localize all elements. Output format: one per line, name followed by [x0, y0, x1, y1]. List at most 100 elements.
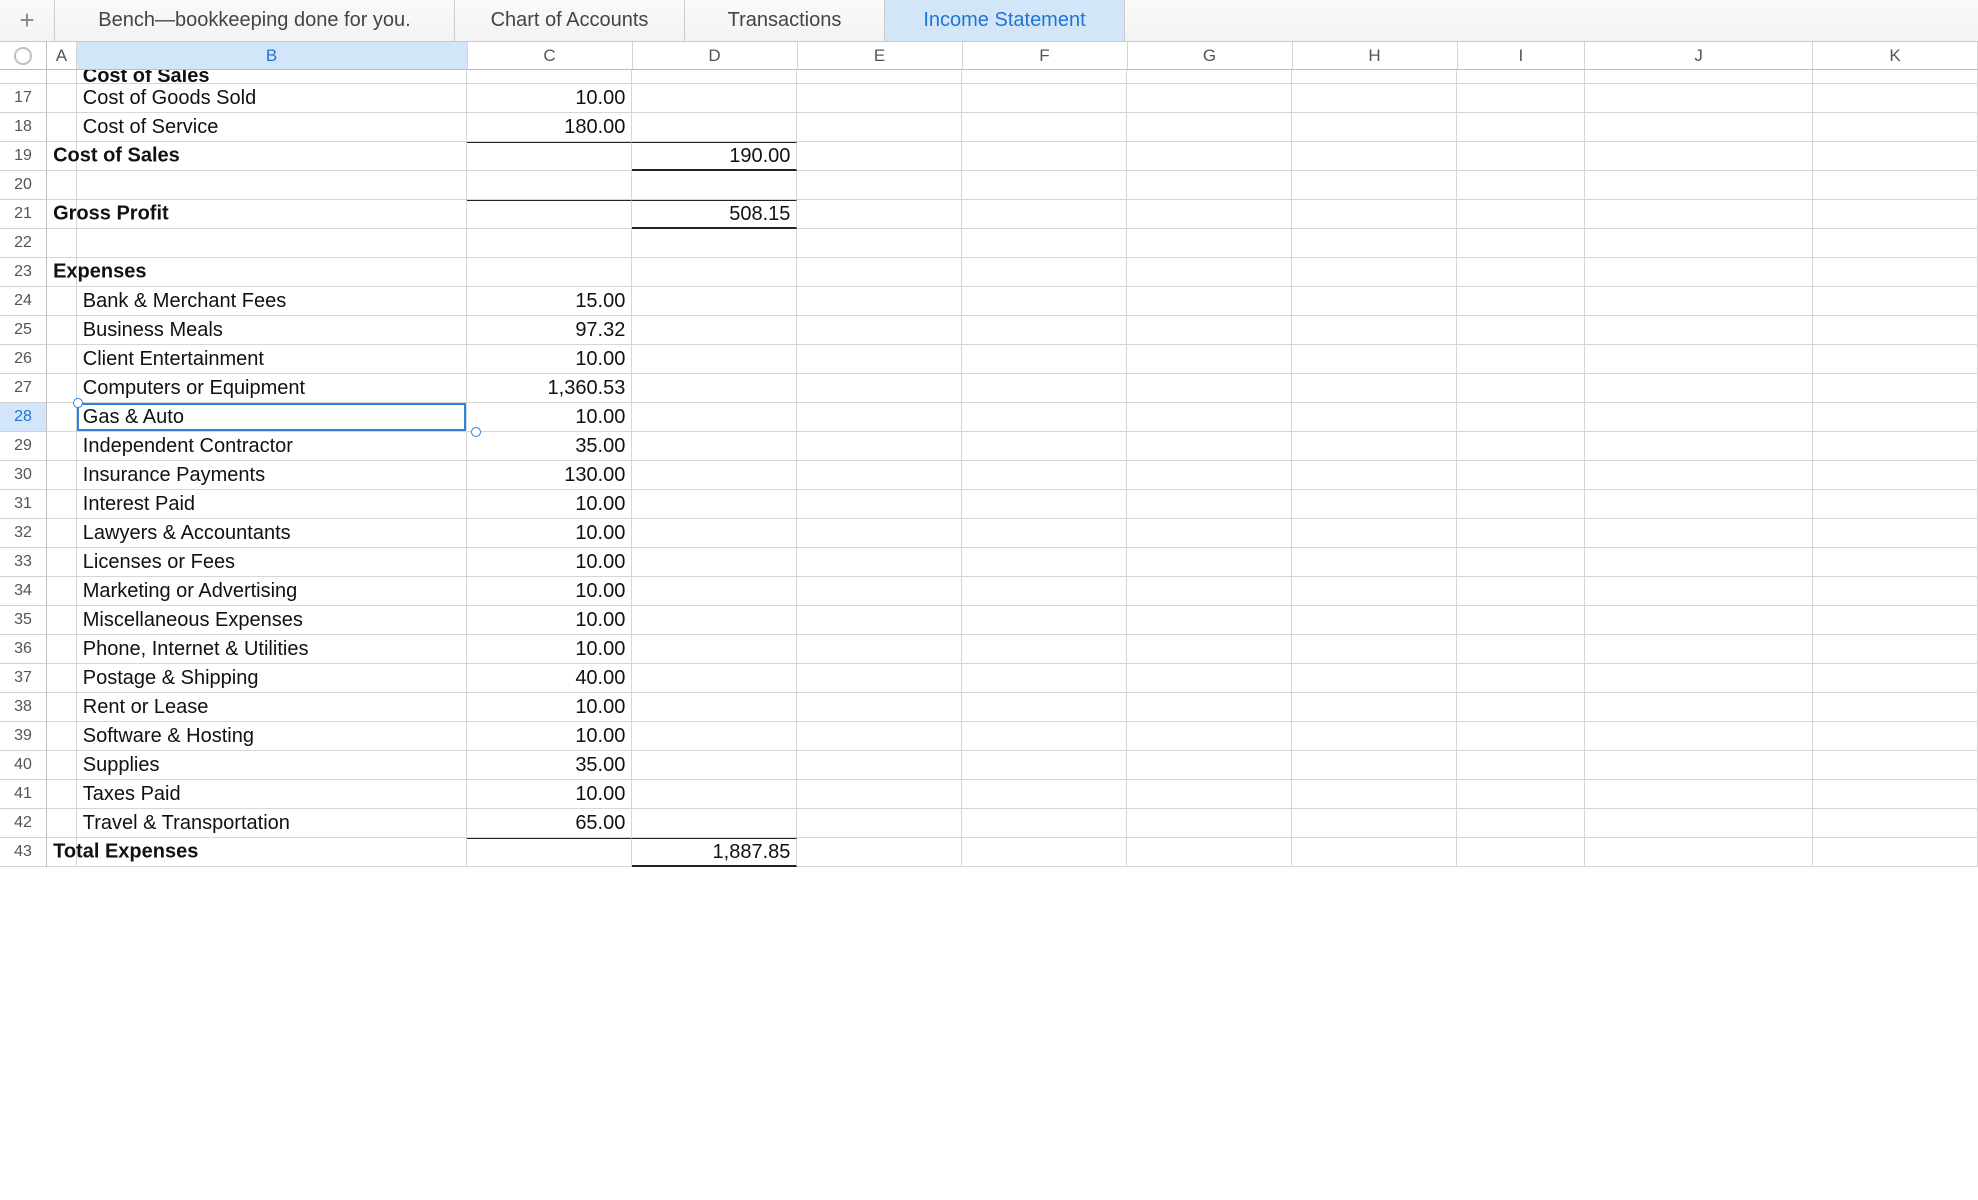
cell[interactable]: [1813, 287, 1978, 316]
cell[interactable]: [1585, 287, 1813, 316]
cell[interactable]: [632, 258, 797, 287]
cell[interactable]: [1813, 519, 1978, 548]
cell[interactable]: [632, 664, 797, 693]
cell[interactable]: Client Entertainment: [77, 345, 468, 374]
cell[interactable]: [962, 838, 1127, 867]
cell[interactable]: [1457, 374, 1585, 403]
cell[interactable]: [962, 664, 1127, 693]
cell[interactable]: [632, 345, 797, 374]
cell[interactable]: [632, 287, 797, 316]
cell[interactable]: [1292, 693, 1457, 722]
cell[interactable]: [797, 287, 962, 316]
cell[interactable]: [1457, 490, 1585, 519]
cell[interactable]: [632, 70, 797, 84]
cell[interactable]: [1127, 635, 1292, 664]
cell[interactable]: [1585, 171, 1813, 200]
cell[interactable]: [1127, 200, 1292, 229]
cell[interactable]: [1127, 84, 1292, 113]
cell[interactable]: [1585, 635, 1813, 664]
cell[interactable]: [1292, 722, 1457, 751]
cell[interactable]: [1292, 258, 1457, 287]
cell[interactable]: Computers or Equipment: [77, 374, 468, 403]
cell[interactable]: [1457, 200, 1585, 229]
row-header[interactable]: 40: [0, 751, 47, 780]
cell[interactable]: [47, 113, 77, 142]
cell[interactable]: [1292, 490, 1457, 519]
cell[interactable]: [1292, 664, 1457, 693]
cell[interactable]: [1457, 693, 1585, 722]
row-header[interactable]: 19: [0, 142, 47, 171]
cell[interactable]: [1457, 809, 1585, 838]
cell[interactable]: Cost of Sales: [47, 142, 77, 171]
cell[interactable]: [1585, 229, 1813, 258]
cell[interactable]: Taxes Paid: [77, 780, 468, 809]
cell[interactable]: [1127, 780, 1292, 809]
col-header-b[interactable]: B: [77, 42, 468, 69]
cell[interactable]: [1457, 403, 1585, 432]
cell[interactable]: [1813, 84, 1978, 113]
cell[interactable]: Phone, Internet & Utilities: [77, 635, 468, 664]
cell[interactable]: 180.00: [467, 113, 632, 142]
cell[interactable]: [1813, 258, 1978, 287]
row-header[interactable]: 43: [0, 838, 47, 867]
cell[interactable]: [1585, 374, 1813, 403]
grid-area[interactable]: Cost of Sales17Cost of Goods Sold10.0018…: [0, 70, 1978, 1200]
row-header[interactable]: 24: [0, 287, 47, 316]
cell[interactable]: [47, 70, 77, 84]
row-header[interactable]: 39: [0, 722, 47, 751]
cell[interactable]: 1,360.53: [467, 374, 632, 403]
cell[interactable]: [47, 229, 77, 258]
cell[interactable]: [1585, 577, 1813, 606]
cell[interactable]: 40.00: [467, 664, 632, 693]
cell[interactable]: [1292, 577, 1457, 606]
cell[interactable]: [1292, 403, 1457, 432]
cell[interactable]: [962, 693, 1127, 722]
col-header-h[interactable]: H: [1293, 42, 1458, 69]
col-header-k[interactable]: K: [1813, 42, 1978, 69]
cell[interactable]: 508.15: [632, 200, 797, 229]
cell[interactable]: [1585, 84, 1813, 113]
cell[interactable]: [797, 577, 962, 606]
cell[interactable]: [797, 84, 962, 113]
cell[interactable]: [1457, 345, 1585, 374]
cell[interactable]: [1585, 548, 1813, 577]
cell[interactable]: [47, 403, 77, 432]
cell[interactable]: [1292, 838, 1457, 867]
cell[interactable]: 10.00: [467, 577, 632, 606]
cell[interactable]: [1292, 113, 1457, 142]
cell[interactable]: [1127, 70, 1292, 84]
cell[interactable]: [1585, 809, 1813, 838]
cell[interactable]: [1457, 316, 1585, 345]
cell[interactable]: [1127, 664, 1292, 693]
row-header[interactable]: 17: [0, 84, 47, 113]
cell[interactable]: [47, 606, 77, 635]
cell[interactable]: [632, 490, 797, 519]
row-header[interactable]: 38: [0, 693, 47, 722]
cell[interactable]: Postage & Shipping: [77, 664, 468, 693]
cell[interactable]: [962, 780, 1127, 809]
tab-chart-of-accounts[interactable]: Chart of Accounts: [455, 0, 685, 41]
row-header[interactable]: 26: [0, 345, 47, 374]
col-header-g[interactable]: G: [1128, 42, 1293, 69]
cell[interactable]: [467, 229, 632, 258]
cell[interactable]: [632, 84, 797, 113]
cell[interactable]: [1127, 461, 1292, 490]
cell[interactable]: [1457, 751, 1585, 780]
cell[interactable]: [1813, 200, 1978, 229]
cell[interactable]: [1585, 403, 1813, 432]
cell[interactable]: [632, 606, 797, 635]
cell[interactable]: [632, 403, 797, 432]
cell[interactable]: [1292, 809, 1457, 838]
cell[interactable]: 10.00: [467, 84, 632, 113]
cell[interactable]: [1292, 287, 1457, 316]
row-header[interactable]: 28: [0, 403, 47, 432]
cell[interactable]: [467, 258, 632, 287]
cell[interactable]: [1127, 403, 1292, 432]
cell[interactable]: [77, 229, 468, 258]
cell[interactable]: Travel & Transportation: [77, 809, 468, 838]
cell[interactable]: [1292, 635, 1457, 664]
cell[interactable]: [1813, 374, 1978, 403]
select-all-corner[interactable]: [0, 42, 47, 69]
cell[interactable]: [797, 432, 962, 461]
cell[interactable]: [1585, 345, 1813, 374]
